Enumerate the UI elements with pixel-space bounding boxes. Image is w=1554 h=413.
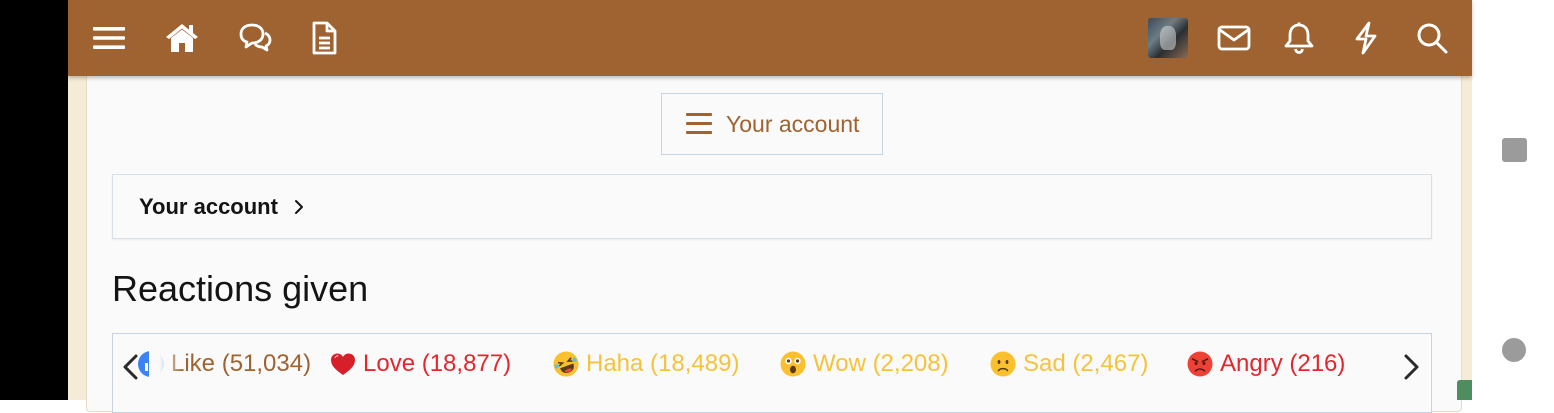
tab-reaction-love[interactable]: Love (18,877) bbox=[329, 350, 511, 378]
scroll-left-arrow-icon[interactable] bbox=[117, 352, 145, 382]
recent-apps-icon[interactable] bbox=[1502, 138, 1527, 162]
top-navigation-bar bbox=[68, 0, 1472, 76]
reaction-angry-label: Angry (216) bbox=[1220, 350, 1346, 377]
menu-icon bbox=[686, 113, 712, 135]
document-icon[interactable] bbox=[305, 19, 343, 57]
left-screen-edge bbox=[0, 0, 68, 400]
laughing-emoji-icon bbox=[552, 350, 580, 378]
search-icon[interactable] bbox=[1413, 19, 1451, 57]
tab-reaction-angry[interactable]: Angry (216) bbox=[1186, 350, 1345, 378]
reactions-tab-bar: Like (51,034) Love (18,877) Haha (18,489… bbox=[112, 333, 1432, 413]
mail-icon[interactable] bbox=[1215, 19, 1253, 57]
chevron-right-icon bbox=[294, 199, 303, 214]
reaction-haha-label: Haha (18,489) bbox=[586, 350, 740, 377]
page-title: Reactions given bbox=[112, 268, 369, 309]
reaction-like-label: Like (51,034) bbox=[171, 350, 312, 377]
scroll-fade bbox=[149, 334, 183, 398]
tab-reaction-wow[interactable]: Wow (2,208) bbox=[779, 350, 949, 378]
home-button-icon[interactable] bbox=[1502, 338, 1526, 362]
user-avatar[interactable] bbox=[1148, 18, 1188, 58]
astonished-emoji-icon bbox=[779, 350, 807, 378]
heart-icon bbox=[329, 350, 357, 378]
main-content-panel: Your account Your account Reactions give… bbox=[86, 70, 1462, 413]
bell-icon[interactable] bbox=[1280, 19, 1318, 57]
scroll-right-arrow-icon[interactable] bbox=[1397, 352, 1425, 382]
tab-reaction-sad[interactable]: Sad (2,467) bbox=[989, 350, 1148, 378]
your-account-button-label: Your account bbox=[726, 110, 860, 137]
menu-icon[interactable] bbox=[90, 19, 128, 57]
reaction-love-label: Love (18,877) bbox=[363, 350, 512, 377]
breadcrumb-link-your-account[interactable]: Your account bbox=[139, 194, 278, 220]
bolt-icon[interactable] bbox=[1347, 19, 1385, 57]
sad-emoji-icon bbox=[989, 350, 1017, 378]
forums-icon[interactable] bbox=[236, 19, 274, 57]
tab-reaction-haha[interactable]: Haha (18,489) bbox=[552, 350, 739, 378]
reaction-sad-label: Sad (2,467) bbox=[1023, 350, 1149, 377]
home-icon[interactable] bbox=[163, 19, 201, 57]
angry-emoji-icon bbox=[1186, 350, 1214, 378]
breadcrumb: Your account bbox=[112, 174, 1432, 239]
page: Your account Your account Reactions give… bbox=[68, 0, 1509, 413]
your-account-menu-button[interactable]: Your account bbox=[661, 93, 883, 155]
reaction-wow-label: Wow (2,208) bbox=[813, 350, 949, 377]
